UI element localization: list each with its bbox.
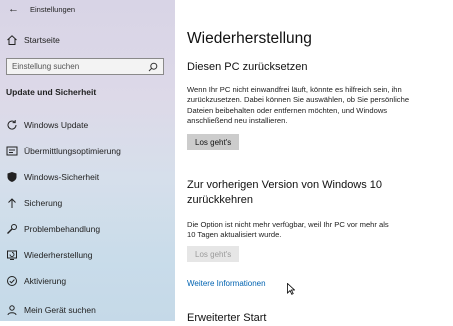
recovery-icon: [6, 249, 18, 261]
more-info-link[interactable]: Weitere Informationen: [187, 279, 266, 288]
previous-version-description-line: 10 Tagen aktualisiert wurde.: [187, 230, 282, 240]
main-content: Wiederherstellung Diesen PC zurücksetzen…: [175, 0, 453, 324]
reset-pc-button[interactable]: Los geht's: [187, 134, 240, 150]
sidebar-item-label: Problembehandlung: [24, 224, 101, 234]
previous-version-description-line: Die Option ist nicht mehr verfügbar, wei…: [187, 220, 389, 229]
sidebar-item-find-my-device[interactable]: Mein Gerät suchen: [6, 302, 166, 318]
sidebar-item-label: Windows-Sicherheit: [24, 172, 100, 182]
sidebar-item-label: Sicherung: [24, 198, 63, 208]
sidebar-item-windows-update[interactable]: Windows Update: [6, 117, 166, 133]
reset-description-line: zurückzusetzen. Dabei können Sie auswähl…: [187, 95, 410, 105]
check-circle-icon: [6, 275, 18, 287]
previous-version-heading-line: zurückkehren: [187, 194, 254, 206]
go-back-button[interactable]: Los geht's: [187, 246, 240, 262]
sidebar-item-label: Windows Update: [24, 120, 89, 130]
window-title: Einstellungen: [30, 5, 76, 14]
search-box[interactable]: [6, 58, 164, 75]
sidebar-item-label: Aktivierung: [24, 276, 67, 286]
home-link[interactable]: Startseite: [6, 32, 60, 48]
reset-description-line: Wenn Ihr PC nicht einwandfrei läuft, kön…: [187, 85, 402, 94]
backup-arrow-icon: [6, 197, 18, 209]
home-icon: [6, 34, 18, 46]
reset-heading: Diesen PC zurücksetzen: [187, 61, 308, 73]
sidebar-item-label: Wiederherstellung: [24, 250, 93, 260]
wrench-icon: [6, 223, 18, 235]
refresh-icon: [6, 119, 18, 131]
title-bar: ← Einstellungen: [0, 0, 175, 20]
home-label: Startseite: [24, 35, 60, 45]
previous-version-description: Die Option ist nicht mehr verfügbar, wei…: [187, 220, 449, 241]
mouse-cursor-icon: [287, 283, 295, 295]
section-title: Update und Sicherheit: [6, 87, 97, 97]
sidebar: ← Einstellungen Startseite Update und Si…: [0, 0, 175, 321]
person-pin-icon: [6, 304, 18, 316]
back-arrow-icon[interactable]: ←: [8, 3, 19, 15]
shield-icon: [6, 171, 18, 183]
sidebar-item-windows-security[interactable]: Windows-Sicherheit: [6, 169, 166, 185]
sidebar-item-recovery[interactable]: Wiederherstellung: [6, 247, 166, 263]
sidebar-item-troubleshoot[interactable]: Problembehandlung: [6, 221, 166, 237]
sidebar-item-label: Mein Gerät suchen: [24, 305, 96, 315]
reset-description: Wenn Ihr PC nicht einwandfrei läuft, kön…: [187, 85, 449, 127]
previous-version-heading-line: Zur vorherigen Version von Windows 10: [187, 179, 383, 191]
reset-description-line: Dateien beibehalten oder entfernen möcht…: [187, 105, 388, 115]
advanced-startup-heading: Erweiterter Start: [187, 312, 267, 324]
search-input[interactable]: [12, 62, 142, 71]
sidebar-item-label: Übermittlungsoptimierung: [24, 146, 121, 156]
sidebar-item-backup[interactable]: Sicherung: [6, 195, 166, 211]
page-title: Wiederherstellung: [187, 30, 312, 47]
delivery-icon: [6, 145, 18, 157]
sidebar-item-activation[interactable]: Aktivierung: [6, 273, 166, 289]
sidebar-item-delivery-optimization[interactable]: Übermittlungsoptimierung: [6, 143, 166, 159]
previous-version-heading: Zur vorherigen Version von Windows 10 zu…: [187, 178, 382, 208]
search-icon[interactable]: [148, 62, 158, 72]
reset-description-line: anschließend neu installieren.: [187, 116, 288, 126]
